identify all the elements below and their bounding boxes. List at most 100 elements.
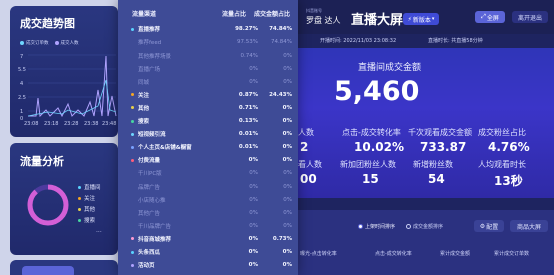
gmv-share: 0%	[282, 118, 292, 125]
channel-name: 品牌广告	[138, 184, 161, 191]
y-tick: 1	[20, 109, 24, 115]
gmv-share: 0%	[282, 104, 292, 111]
col-header-traffic-share: 流量占比	[222, 11, 247, 18]
channel-color-dot	[131, 106, 134, 110]
flow-legend-item: 搜索	[78, 216, 95, 224]
x-tick: 23:18	[44, 121, 59, 127]
channel-name: 短视频引流	[138, 132, 166, 139]
traffic-share: 0.71%	[238, 104, 258, 111]
channel-color-dot	[131, 263, 134, 267]
channel-name: 同城	[138, 79, 150, 86]
channel-name: 其他广告	[138, 210, 161, 217]
channel-row[interactable]: 活动页 0% 0%	[118, 259, 298, 272]
metric-label: 人均观看时长	[478, 160, 526, 169]
metric-label: 新加团粉丝人数	[340, 160, 396, 169]
traffic-share: 0%	[249, 78, 258, 85]
sort-radio-amount[interactable]: 成交金额排序	[406, 223, 443, 230]
sub-channel-row[interactable]: 其他广告 0% 0%	[118, 206, 298, 219]
traffic-share: 0%	[249, 65, 258, 72]
channel-name: 抖音商城推荐	[138, 236, 172, 243]
sub-channel-row[interactable]: 小店随心推 0% 0%	[118, 193, 298, 206]
channel-row[interactable]: 搜索 0.13% 0%	[118, 115, 298, 128]
sub-channel-row[interactable]: 千川PC版 0% 0%	[118, 167, 298, 180]
flow-legend-item: 直播间	[78, 183, 101, 191]
x-tick: 23:48	[102, 121, 117, 127]
traffic-share: 0%	[248, 249, 258, 256]
channel-row[interactable]: 直播推荐 98.27% 74.84%	[118, 23, 298, 36]
channel-row[interactable]: 抖音商城推荐 0% 0.73%	[118, 233, 298, 246]
x-tick: 23:38	[84, 121, 99, 127]
metric-value: 2	[300, 140, 309, 154]
sort-radio-time[interactable]: 上架时间排序	[358, 223, 395, 230]
metric-value: 13秒	[494, 174, 523, 188]
traffic-share: 0.01%	[238, 131, 258, 138]
sub-channel-row[interactable]: 推荐feed 97.53% 74.84%	[118, 36, 298, 49]
flow-legend-item: 关注	[78, 194, 95, 202]
series-orders-line	[28, 55, 117, 118]
channel-color-dot	[131, 237, 134, 241]
trend-card: 成交趋势图 成交订单数 成交人数 7 5.5 4 2.5 1 0 23:08 2…	[10, 6, 118, 137]
traffic-share: 0.74%	[240, 52, 258, 59]
y-tick: 2.5	[18, 95, 26, 101]
summary-title: 直播间成交金额	[358, 63, 422, 73]
account-small: 抖音账号	[306, 8, 322, 13]
metric-label: 千次观看成交金额	[408, 128, 472, 137]
gmv-share: 0%	[283, 52, 292, 59]
config-button[interactable]: ⚙ 配置	[474, 220, 504, 232]
channel-name: 直播广场	[138, 66, 161, 73]
channel-row[interactable]: 其他 0.71% 0%	[118, 102, 298, 115]
product-screen-button[interactable]: 商品大屏	[510, 220, 548, 232]
fullscreen-button[interactable]: ⤢ 全屏	[475, 11, 505, 23]
trend-title: 成交趋势图	[20, 17, 75, 30]
metric-value: 00	[300, 172, 317, 186]
channel-row[interactable]: 头条西瓜 0% 0%	[118, 246, 298, 259]
sub-channel-row[interactable]: 品牌广告 0% 0%	[118, 180, 298, 193]
traffic-share: 0%	[248, 235, 258, 242]
bottom-tab[interactable]	[22, 266, 74, 275]
sub-channel-row[interactable]: 直播广场 0% 0%	[118, 62, 298, 75]
flow-donut-chart	[27, 184, 69, 226]
sub-channel-row[interactable]: 其他推荐场景 0.74% 0%	[118, 49, 298, 62]
channel-row[interactable]: 短视频引流 0.01% 0%	[118, 128, 298, 141]
gmv-share: 0%	[283, 209, 292, 216]
flow-card: 流量分析 直播间 关注 其他 搜索 ···	[10, 143, 118, 255]
metric-value: 54	[428, 172, 445, 186]
traffic-share: 0%	[249, 222, 258, 229]
chevron-down-icon: ▾	[431, 16, 435, 22]
more-button[interactable]: ···	[96, 229, 102, 236]
channel-row[interactable]: 关注 0.87% 24.43%	[118, 89, 298, 102]
sub-channel-row[interactable]: 千川品牌广告 0% 0%	[118, 220, 298, 233]
metric-value: 733.87	[420, 140, 467, 154]
channel-row[interactable]: 付费流量 0% 0%	[118, 154, 298, 167]
metric-value: 4.76%	[488, 140, 530, 154]
gmv-share: 0%	[282, 144, 292, 151]
gmv-share: 0%	[282, 157, 292, 164]
gmv-share: 74.84%	[269, 26, 292, 33]
traffic-share: 0%	[248, 262, 258, 269]
gmv-share: 0%	[283, 222, 292, 229]
gmv-share: 0%	[283, 170, 292, 177]
traffic-share: 0%	[249, 170, 258, 177]
metric-label: 看人数	[298, 160, 322, 169]
channel-name: 千川PC版	[138, 171, 162, 178]
radio-icon	[406, 224, 411, 229]
x-tick: 23:08	[24, 121, 39, 127]
traffic-share: 0%	[248, 157, 258, 164]
flow-title: 流量分析	[20, 155, 64, 168]
page-title: 直播大屏	[351, 13, 404, 28]
exit-button[interactable]: 离开退出	[512, 11, 548, 23]
channel-color-dot	[131, 158, 134, 162]
table-header: 累计成交订单数	[494, 251, 530, 257]
col-header-gmv-share: 成交金额占比	[254, 11, 291, 18]
summary-value: 5,460	[334, 76, 420, 107]
account-name: 罗盘 达人	[306, 16, 341, 25]
channel-name: 其他	[138, 105, 150, 112]
trend-chart	[28, 54, 117, 118]
channel-row[interactable]: 个人主页&店铺&橱窗 0.01% 0%	[118, 141, 298, 154]
expand-icon: ⤢	[481, 13, 486, 20]
version-badge[interactable]: ⚡ 新版本 ▾	[403, 13, 439, 25]
channel-name: 关注	[138, 92, 150, 99]
channel-name: 直播推荐	[138, 27, 161, 34]
table-header: 曝光-点击转化率	[300, 251, 337, 257]
sub-channel-row[interactable]: 同城 0% 0%	[118, 75, 298, 88]
